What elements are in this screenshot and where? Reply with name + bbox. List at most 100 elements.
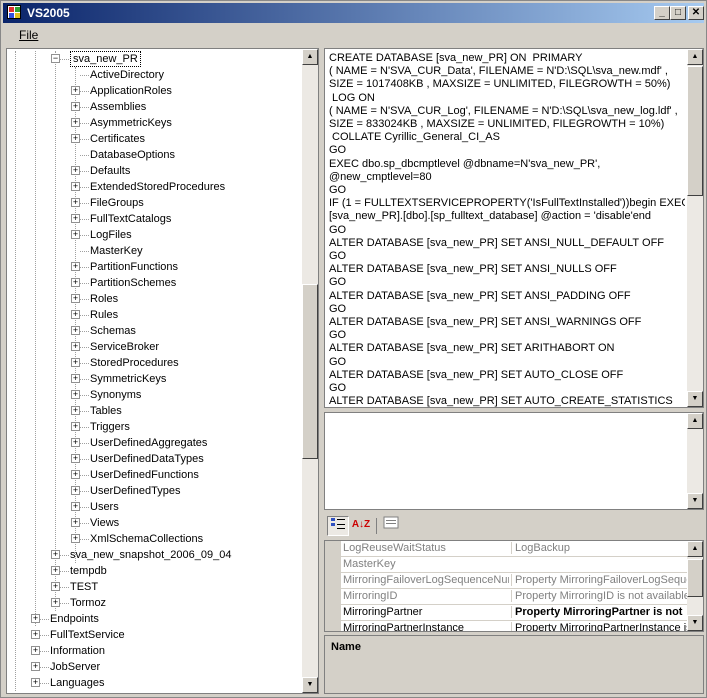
tree-node-folder[interactable]: ExtendedStoredProcedures: [90, 179, 225, 195]
alphabetical-icon[interactable]: A↓Z: [350, 516, 372, 536]
tree-node-folder[interactable]: Synonyms: [90, 387, 141, 403]
tree-node-folder[interactable]: DatabaseOptions: [90, 147, 175, 163]
property-value[interactable]: Property MirroringPartnerInstance is not: [511, 622, 687, 631]
expand-icon[interactable]: +: [71, 502, 80, 511]
tree-node-folder[interactable]: UserDefinedTypes: [90, 483, 181, 499]
tree-node-folder[interactable]: Triggers: [90, 419, 130, 435]
output-scrollbar[interactable]: ▲ ▼: [687, 413, 703, 509]
tree-node-folder[interactable]: UserDefinedFunctions: [90, 467, 199, 483]
expand-icon[interactable]: +: [71, 486, 80, 495]
tree-node-folder[interactable]: Assemblies: [90, 99, 146, 115]
expand-icon[interactable]: +: [71, 134, 80, 143]
tree-node-folder[interactable]: FullTextCatalogs: [90, 211, 171, 227]
scroll-up-icon[interactable]: ▲: [302, 49, 318, 65]
scroll-thumb[interactable]: [687, 66, 703, 196]
property-value[interactable]: Property MirroringPartner is not: [511, 606, 687, 618]
expand-icon[interactable]: +: [71, 342, 80, 351]
tree-node-folder[interactable]: AsymmetricKeys: [90, 115, 172, 131]
expand-icon[interactable]: +: [71, 470, 80, 479]
tree-node-folder[interactable]: Information: [50, 643, 105, 659]
expand-icon[interactable]: +: [71, 374, 80, 383]
expand-icon[interactable]: +: [71, 310, 80, 319]
tree-node-folder[interactable]: PartitionSchemes: [90, 275, 176, 291]
expand-icon[interactable]: +: [51, 566, 60, 575]
tree-node-folder[interactable]: MasterKey: [90, 243, 143, 259]
scroll-thumb[interactable]: [302, 284, 318, 459]
tree-node-folder[interactable]: LogFiles: [90, 227, 132, 243]
tree-node-folder[interactable]: UserDefinedDataTypes: [90, 451, 204, 467]
scroll-down-icon[interactable]: ▼: [687, 615, 703, 631]
tree-node-folder[interactable]: StoredProcedures: [90, 355, 179, 371]
property-row[interactable]: LogReuseWaitStatus LogBackup: [325, 541, 687, 557]
expand-icon[interactable]: +: [71, 182, 80, 191]
scroll-up-icon[interactable]: ▲: [687, 413, 703, 429]
sql-scrollbar[interactable]: ▲ ▼: [687, 49, 703, 407]
expand-icon[interactable]: +: [71, 422, 80, 431]
expand-icon[interactable]: +: [31, 662, 40, 671]
tree-node-folder[interactable]: FileGroups: [90, 195, 144, 211]
property-value[interactable]: LogBackup: [511, 542, 687, 554]
expand-icon[interactable]: +: [31, 614, 40, 623]
tree-node-database[interactable]: Tormoz: [70, 595, 106, 611]
expand-icon[interactable]: +: [71, 294, 80, 303]
tree-node-folder[interactable]: Schemas: [90, 323, 136, 339]
property-row[interactable]: MasterKey: [325, 557, 687, 573]
close-button[interactable]: ✕: [688, 6, 704, 20]
expand-icon[interactable]: +: [51, 550, 60, 559]
tree-node-database[interactable]: tempdb: [70, 563, 107, 579]
expand-icon[interactable]: +: [31, 646, 40, 655]
expand-icon[interactable]: +: [71, 534, 80, 543]
output-pane[interactable]: ▲ ▼: [324, 412, 704, 510]
scroll-up-icon[interactable]: ▲: [687, 49, 703, 65]
tree-node-database[interactable]: sva_new_snapshot_2006_09_04: [70, 547, 231, 563]
sql-script-text[interactable]: CREATE DATABASE [sva_new_PR] ON PRIMARY(…: [329, 52, 685, 407]
property-grid[interactable]: ▲ ▼ LogReuseWaitStatus LogBackup MasterKey…: [324, 540, 704, 632]
tree-node-folder[interactable]: XmlSchemaCollections: [90, 531, 203, 547]
expand-icon[interactable]: +: [71, 118, 80, 127]
tree-node-folder[interactable]: Users: [90, 499, 119, 515]
tree-node-folder[interactable]: Defaults: [90, 163, 130, 179]
collapse-icon[interactable]: −: [51, 54, 60, 63]
expand-icon[interactable]: +: [31, 678, 40, 687]
tree-node-folder[interactable]: Endpoints: [50, 611, 99, 627]
property-value[interactable]: Property MirroringID is not available fo…: [511, 590, 687, 602]
tree-node-folder[interactable]: ActiveDirectory: [90, 67, 164, 83]
object-tree[interactable]: ▲ ▼ − sva_new_PR ActiveDirectory + Applicati…: [6, 48, 319, 694]
tree-node-folder[interactable]: Views: [90, 515, 119, 531]
title-bar[interactable]: VS2005 _ □ ✕: [3, 3, 704, 23]
expand-icon[interactable]: +: [71, 262, 80, 271]
expand-icon[interactable]: +: [71, 390, 80, 399]
tree-node-folder[interactable]: UserDefinedAggregates: [90, 435, 207, 451]
tree-node-folder[interactable]: Roles: [90, 291, 118, 307]
expand-icon[interactable]: +: [71, 406, 80, 415]
expand-icon[interactable]: +: [71, 214, 80, 223]
expand-icon[interactable]: +: [71, 326, 80, 335]
expand-icon[interactable]: +: [51, 582, 60, 591]
tree-node-folder[interactable]: Tables: [90, 403, 122, 419]
expand-icon[interactable]: +: [71, 278, 80, 287]
tree-node-folder[interactable]: SymmetricKeys: [90, 371, 166, 387]
tree-scrollbar[interactable]: ▲ ▼: [302, 49, 318, 693]
scroll-down-icon[interactable]: ▼: [302, 677, 318, 693]
tree-node-folder[interactable]: Certificates: [90, 131, 145, 147]
expand-icon[interactable]: +: [71, 454, 80, 463]
tree-node-folder[interactable]: Languages: [50, 675, 104, 691]
property-value[interactable]: Property MirroringFailoverLogSequenceNum…: [511, 574, 687, 586]
categorized-icon[interactable]: [327, 516, 349, 536]
expand-icon[interactable]: +: [51, 598, 60, 607]
tree-node-folder[interactable]: PartitionFunctions: [90, 259, 178, 275]
menu-file[interactable]: File: [19, 28, 38, 42]
minimize-button[interactable]: _: [654, 6, 670, 20]
sql-script-pane[interactable]: CREATE DATABASE [sva_new_PR] ON PRIMARY(…: [324, 48, 704, 408]
property-row[interactable]: MirroringID Property MirroringID is not a…: [325, 589, 687, 605]
expand-icon[interactable]: +: [31, 630, 40, 639]
expand-icon[interactable]: +: [71, 198, 80, 207]
maximize-button[interactable]: □: [670, 6, 686, 20]
expand-icon[interactable]: +: [71, 166, 80, 175]
scroll-down-icon[interactable]: ▼: [687, 493, 703, 509]
expand-icon[interactable]: +: [71, 102, 80, 111]
scroll-down-icon[interactable]: ▼: [687, 391, 703, 407]
expand-icon[interactable]: +: [71, 230, 80, 239]
tree-node-database[interactable]: TEST: [70, 579, 98, 595]
property-pages-icon[interactable]: [380, 516, 402, 536]
